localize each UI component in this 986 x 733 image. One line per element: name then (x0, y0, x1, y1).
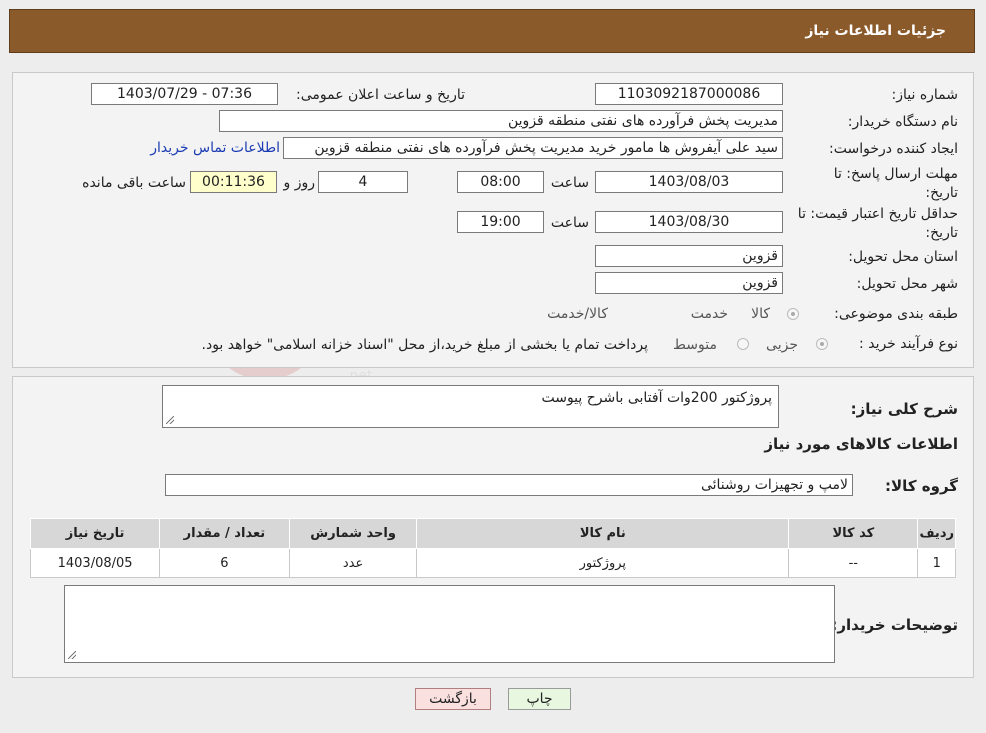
need-summary-field: پروژکتور 200وات آفتابی باشرح پیوست (162, 385, 779, 428)
validity-time-field: 19:00 (457, 211, 544, 233)
subject-category-label: طبقه بندی موضوعی: (834, 306, 958, 322)
page-title: جزئیات اطلاعات نیاز (805, 23, 946, 39)
cell-unit: عدد (288, 548, 418, 578)
goods-table-header-row: تاریخ نیاز تعداد / مقدار واحد شمارش نام … (29, 518, 956, 549)
reply-time-field: 08:00 (457, 171, 544, 193)
validity-date-field: 1403/08/30 (595, 211, 783, 233)
remaining-days-field: 4 (318, 171, 408, 193)
resize-grip-icon[interactable] (68, 651, 76, 659)
buyer-notes-label: توضیحات خریدار: (831, 616, 958, 634)
col-goods-code: کد کالا (788, 518, 919, 549)
need-number-field: 1103092187000086 (595, 83, 783, 105)
resize-grip-icon[interactable] (166, 416, 174, 424)
process-radio-minor[interactable] (816, 338, 828, 350)
purchase-process-label: نوع فرآیند خرید : (859, 336, 958, 352)
cell-need-date: 1403/08/05 (29, 548, 161, 578)
process-option-medium: متوسط (673, 337, 717, 353)
need-number-label: شماره نیاز: (891, 87, 959, 103)
days-label: روز و (283, 175, 316, 191)
need-summary-text: پروژکتور 200وات آفتابی باشرح پیوست (541, 390, 772, 406)
need-summary-label: شرح کلی نیاز: (850, 400, 958, 418)
cell-goods-name: پروژکتور (416, 548, 790, 578)
goods-table: تاریخ نیاز تعداد / مقدار واحد شمارش نام … (29, 518, 956, 578)
category-radio-goods[interactable] (787, 308, 799, 320)
goods-info-title: اطلاعات کالاهای مورد نیاز (764, 435, 958, 453)
col-need-date: تاریخ نیاز (29, 518, 161, 549)
buyer-contact-link[interactable]: اطلاعات تماس خریدار (150, 140, 280, 156)
cell-row-number: 1 (917, 548, 956, 578)
goods-group-label: گروه کالا: (885, 477, 958, 495)
buyer-notes-field (64, 585, 835, 663)
goods-group-field: لامپ و تجهیزات روشنائی (165, 474, 853, 496)
category-option-goods-service: کالا/خدمت (547, 306, 608, 322)
delivery-province-field: قزوین (595, 245, 783, 267)
col-row-number: ردیف (917, 518, 956, 549)
col-unit: واحد شمارش (288, 518, 418, 549)
col-goods-name: نام کالا (416, 518, 790, 549)
print-button[interactable]: چاپ (508, 688, 571, 710)
reply-time-label: ساعت (550, 175, 589, 191)
announce-datetime-label: تاریخ و ساعت اعلان عمومی: (296, 87, 465, 103)
delivery-city-label: شهر محل تحویل: (856, 276, 958, 292)
request-creator-label: ایجاد کننده درخواست: (829, 141, 958, 157)
buyer-org-label: نام دستگاه خریدار: (847, 114, 958, 130)
back-button[interactable]: بازگشت (415, 688, 491, 710)
request-creator-field: سید علی آیفروش ها مامور خرید مدیریت پخش … (283, 137, 783, 159)
announce-datetime-field: 1403/07/29 - 07:36 (91, 83, 278, 105)
process-option-minor: جزیی (766, 337, 798, 353)
reply-deadline-label: مهلت ارسال پاسخ: تا تاریخ: (833, 166, 958, 201)
delivery-province-label: استان محل تحویل: (848, 249, 958, 265)
cell-quantity: 6 (159, 548, 290, 578)
remaining-time-field: 00:11:36 (190, 171, 277, 193)
category-option-goods: کالا (751, 306, 770, 322)
buyer-org-field: مدیریت پخش فرآورده های نفتی منطقه قزوین (219, 110, 783, 132)
page-header: جزئیات اطلاعات نیاز (9, 9, 975, 53)
category-option-service: خدمت (690, 306, 728, 322)
remaining-time-label: ساعت باقی مانده (82, 175, 186, 191)
table-row: 1403/08/05 6 عدد پروژکتور -- 1 (29, 548, 956, 578)
reply-date-field: 1403/08/03 (595, 171, 783, 193)
cell-goods-code: -- (788, 548, 919, 578)
delivery-city-field: قزوین (595, 272, 783, 294)
col-quantity: تعداد / مقدار (159, 518, 290, 549)
treasury-payment-note: پرداخت تمام یا بخشی از مبلغ خرید،از محل … (201, 337, 648, 353)
validity-time-label: ساعت (550, 215, 589, 231)
process-radio-medium[interactable] (737, 338, 749, 350)
price-validity-label: حداقل تاریخ اعتبار قیمت: تا تاریخ: (797, 206, 958, 241)
